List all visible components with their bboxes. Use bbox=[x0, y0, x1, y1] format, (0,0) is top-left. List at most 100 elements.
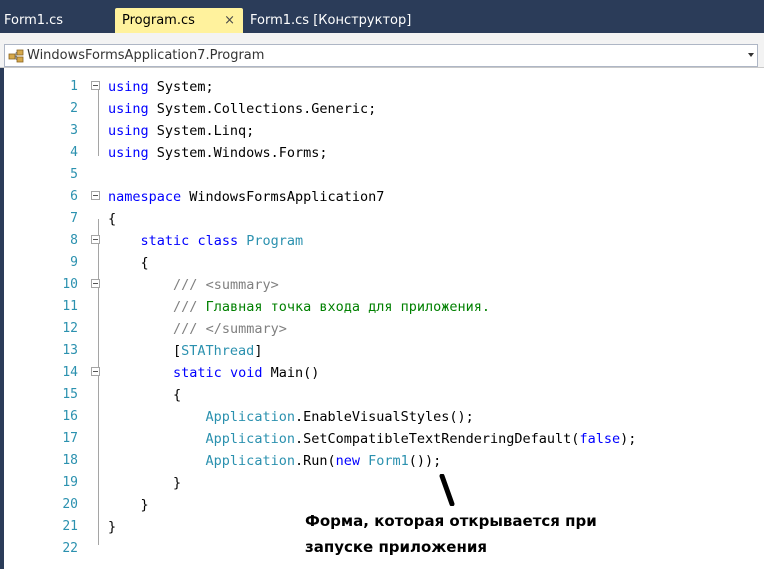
code-text: { bbox=[108, 252, 149, 274]
keyword-token: void bbox=[229, 365, 271, 381]
keyword-token: namespace bbox=[108, 189, 190, 205]
document-tab-strip: Form1.cs Program.cs × Form1.cs [Конструк… bbox=[0, 0, 764, 33]
code-token: { bbox=[108, 255, 149, 271]
collapse-icon[interactable] bbox=[91, 235, 100, 244]
annotation-arrow bbox=[439, 474, 455, 506]
code-text: /// Главная точка входа для приложения. bbox=[108, 296, 490, 318]
code-token: System.Windows.Forms; bbox=[156, 145, 328, 161]
code-token: System; bbox=[156, 79, 214, 95]
code-text: static void Main() bbox=[108, 362, 319, 384]
code-line[interactable]: 19 } bbox=[0, 472, 764, 494]
line-number: 12 bbox=[62, 321, 78, 336]
code-line[interactable]: 9 { bbox=[0, 252, 764, 274]
code-editor[interactable]: 1 using System; 2 using System.Collections.… bbox=[0, 68, 764, 569]
code-line[interactable]: 17 Application.SetCompatibleTextRenderin… bbox=[0, 428, 764, 450]
navigation-bar: WindowsFormsApplication7.Program bbox=[0, 33, 764, 68]
code-line[interactable]: 15 { bbox=[0, 384, 764, 406]
line-number: 5 bbox=[70, 167, 78, 182]
comment-token: /// bbox=[173, 299, 198, 315]
keyword-token: static bbox=[173, 365, 222, 381]
code-line[interactable]: 12 /// </summary> bbox=[0, 318, 764, 340]
code-text: using System.Windows.Forms; bbox=[108, 142, 327, 164]
code-token: System.Collections.Generic; bbox=[156, 101, 377, 117]
keyword-token: class bbox=[197, 233, 239, 249]
line-number: 9 bbox=[70, 255, 78, 270]
code-text: Application.SetCompatibleTextRenderingDe… bbox=[108, 428, 637, 450]
line-number: 2 bbox=[70, 101, 78, 116]
annotation-line-1: Форма, которая открывается при bbox=[305, 512, 597, 530]
keyword-token: new bbox=[335, 453, 360, 469]
chevron-down-icon[interactable] bbox=[748, 53, 754, 57]
code-token: .SetCompatibleTextRenderingDefault( bbox=[294, 431, 580, 447]
code-line[interactable]: 13 [STAThread] bbox=[0, 340, 764, 362]
code-line[interactable]: 10 /// <summary> bbox=[0, 274, 764, 296]
code-line[interactable]: 16 Application.EnableVisualStyles(); bbox=[0, 406, 764, 428]
class-icon bbox=[8, 49, 24, 63]
code-line[interactable]: 2 using System.Collections.Generic; bbox=[0, 98, 764, 120]
collapse-icon[interactable] bbox=[91, 279, 100, 288]
line-number: 4 bbox=[70, 145, 78, 160]
code-token: } bbox=[108, 519, 117, 535]
code-text: /// </summary> bbox=[108, 318, 287, 340]
type-token: Application bbox=[205, 431, 295, 447]
code-line[interactable]: 3 using System.Linq; bbox=[0, 120, 764, 142]
code-token: WindowsFormsApplication7 bbox=[189, 189, 385, 205]
type-token: STAThread bbox=[181, 343, 255, 359]
line-number: 10 bbox=[62, 277, 78, 292]
code-line[interactable]: 8 static class Program bbox=[0, 230, 764, 252]
keyword-token: false bbox=[579, 431, 621, 447]
collapse-icon[interactable] bbox=[91, 191, 100, 200]
code-token: .Run( bbox=[294, 453, 336, 469]
tab-program-cs[interactable]: Program.cs × bbox=[115, 8, 243, 33]
code-text: using System.Collections.Generic; bbox=[108, 98, 376, 120]
code-token: { bbox=[108, 387, 182, 403]
line-number: 18 bbox=[62, 453, 78, 468]
line-number: 15 bbox=[62, 387, 78, 402]
tab-form1-designer[interactable]: Form1.cs [Конструктор] bbox=[250, 8, 411, 33]
code-token: .EnableVisualStyles(); bbox=[294, 409, 474, 425]
collapse-icon[interactable] bbox=[91, 81, 100, 90]
code-line[interactable]: 18 Application.Run(new Form1()); bbox=[0, 450, 764, 472]
code-line[interactable]: 1 using System; bbox=[0, 76, 764, 98]
line-number: 21 bbox=[62, 519, 78, 534]
collapse-icon[interactable] bbox=[91, 367, 100, 376]
code-text: static class Program bbox=[108, 230, 304, 252]
code-text: using System.Linq; bbox=[108, 120, 254, 142]
close-icon[interactable]: × bbox=[224, 8, 235, 33]
type-dropdown[interactable]: WindowsFormsApplication7.Program bbox=[4, 44, 758, 67]
code-text: } bbox=[108, 516, 116, 538]
keyword-token: static bbox=[140, 233, 190, 249]
line-number: 6 bbox=[70, 189, 78, 204]
type-token: Application bbox=[205, 409, 295, 425]
code-line[interactable]: 6 namespace WindowsFormsApplication7 bbox=[0, 186, 764, 208]
code-token: Main() bbox=[270, 365, 320, 381]
code-line[interactable]: 4 using System.Windows.Forms; bbox=[0, 142, 764, 164]
code-text: } bbox=[108, 494, 149, 516]
line-number: 22 bbox=[62, 541, 78, 556]
code-text: } bbox=[108, 472, 181, 494]
code-line[interactable]: 11 /// Главная точка входа для приложени… bbox=[0, 296, 764, 318]
code-token: ] bbox=[254, 343, 263, 359]
tab-form1-cs[interactable]: Form1.cs bbox=[4, 8, 63, 33]
code-text: { bbox=[108, 208, 116, 230]
code-text: Application.Run(new Form1()); bbox=[108, 450, 442, 472]
code-line[interactable]: 7{ bbox=[0, 208, 764, 230]
line-number: 3 bbox=[70, 123, 78, 138]
code-text: [STAThread] bbox=[108, 340, 262, 362]
comment-token: /// bbox=[173, 321, 198, 337]
line-number: 14 bbox=[62, 365, 78, 380]
keyword-token: using bbox=[108, 79, 157, 95]
tab-program-cs-label: Program.cs bbox=[122, 13, 195, 28]
code-line[interactable]: 14 static void Main() bbox=[0, 362, 764, 384]
code-line[interactable]: 5 bbox=[0, 164, 764, 186]
type-token: Form1 bbox=[368, 453, 409, 469]
